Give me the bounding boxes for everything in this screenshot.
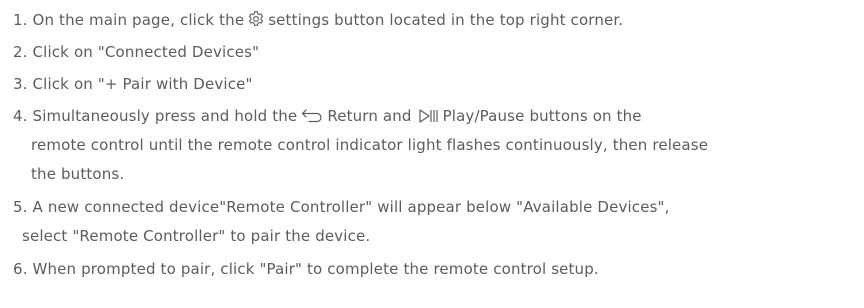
step-3: 3. Click on "+ Pair with Device" (13, 75, 253, 93)
step-4: 4. Simultaneously press and hold the Retu… (13, 106, 642, 126)
step-4-text-mid: Return and (327, 107, 412, 125)
step-4-text-before: 4. Simultaneously press and hold the (13, 107, 298, 125)
gear-icon (247, 10, 265, 28)
step-4-line-3: the buttons. (31, 165, 125, 183)
step-4-text-after: Play/Pause buttons on the (442, 107, 642, 125)
play-pause-icon (418, 108, 440, 124)
return-icon (300, 108, 324, 124)
step-1-text-before: 1. On the main page, click the (13, 11, 245, 29)
step-6: 6. When prompted to pair, click "Pair" t… (13, 260, 599, 278)
step-5-line-2: select "Remote Controller" to pair the d… (22, 227, 371, 245)
step-5: 5. A new connected device"Remote Control… (13, 198, 670, 216)
step-4-line-2: remote control until the remote control … (31, 136, 709, 154)
step-1: 1. On the main page, click the settings b… (13, 10, 623, 30)
step-1-text-after: settings button located in the top right… (268, 11, 624, 29)
step-2: 2. Click on "Connected Devices" (13, 43, 260, 61)
